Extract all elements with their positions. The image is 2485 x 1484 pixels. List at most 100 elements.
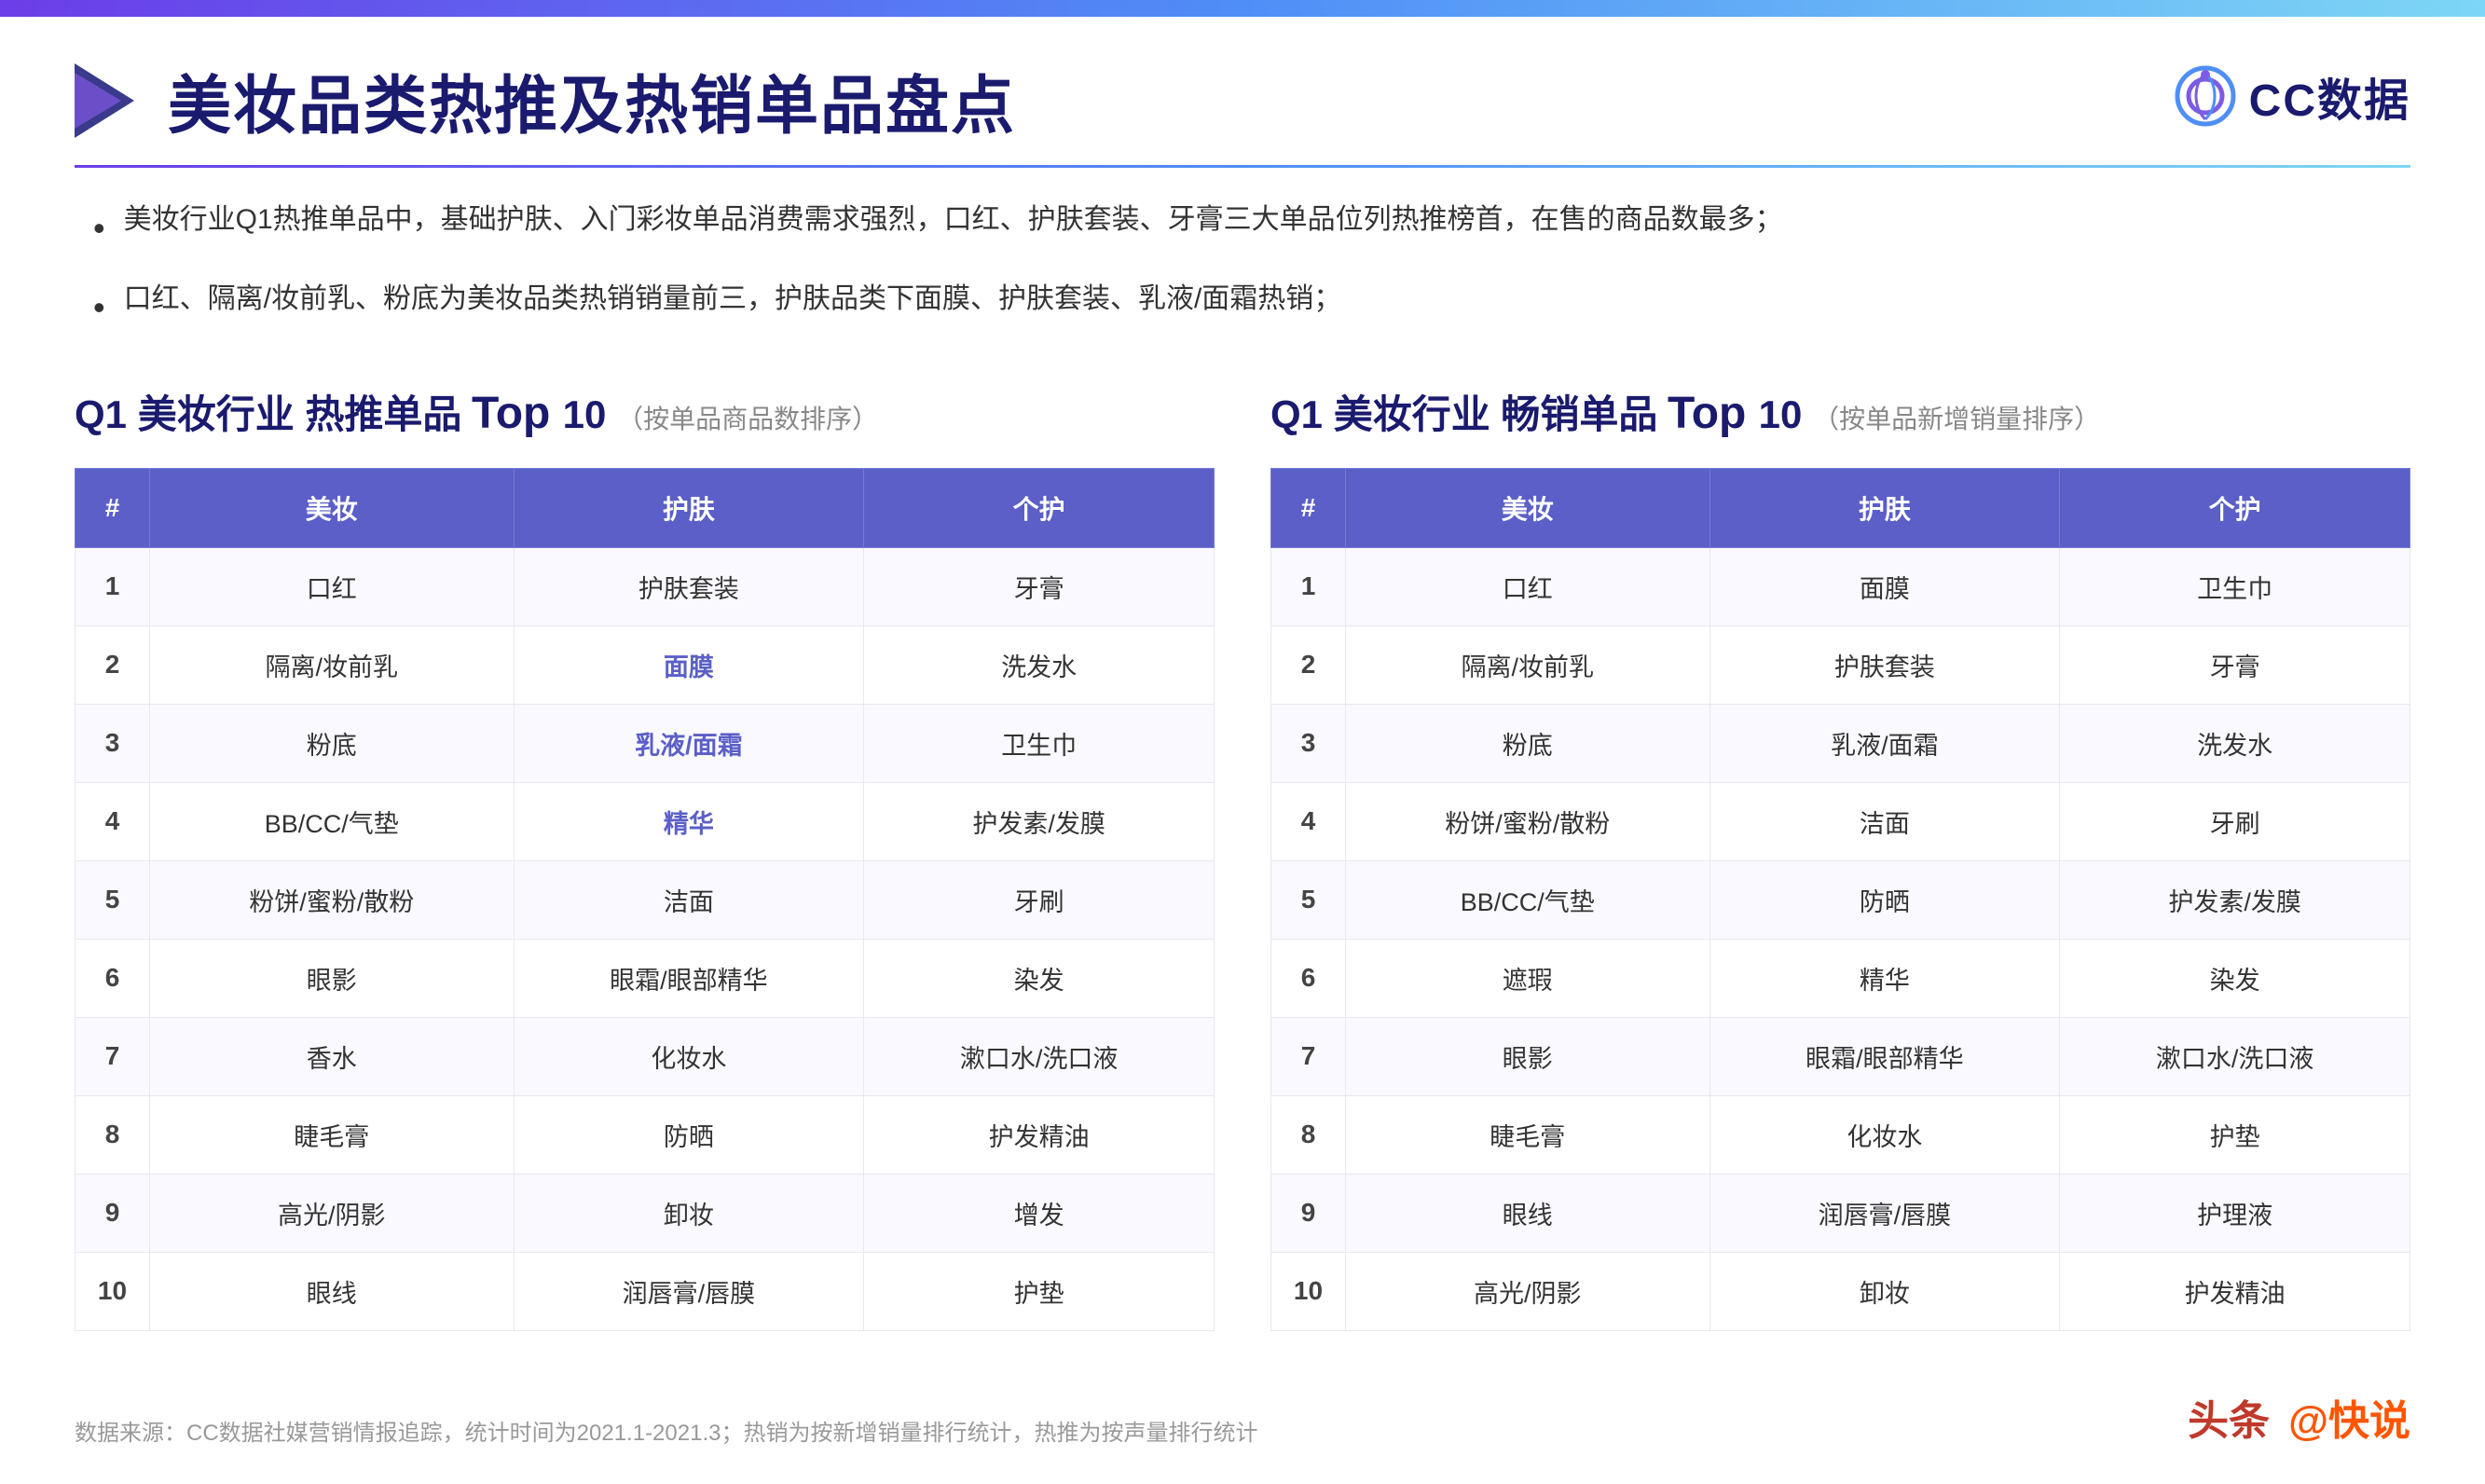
table-row: 2 隔离/妆前乳 护肤套装 牙膏	[1271, 625, 2410, 704]
table-row: 1 口红 护肤套装 牙膏	[76, 547, 1215, 625]
table2-head: # 美妆 护肤 个护	[1271, 468, 2410, 547]
cell-makeup: 高光/阴影	[1346, 1252, 1710, 1330]
cell-makeup: 口红	[150, 547, 515, 625]
cell-skincare: 化妆水	[1709, 1095, 2060, 1174]
cell-personal: 护垫	[2060, 1095, 2410, 1174]
table2-container: CC数据 # 美妆 护肤 个护 1 口红 面膜 卫生巾	[1270, 468, 2410, 1331]
table-row: 2 隔离/妆前乳 面膜 洗发水	[76, 625, 1215, 704]
table1-col-skincare: 护肤	[514, 468, 864, 547]
cell-rank: 3	[1271, 704, 1346, 782]
table-row: 4 BB/CC/气垫 精华 护发素/发膜	[76, 782, 1215, 860]
page-title: 美妆品类热推及热销单品盘点	[168, 54, 1016, 146]
cell-skincare: 眼霜/眼部精华	[514, 939, 864, 1017]
cell-skincare: 化妆水	[514, 1017, 864, 1095]
table-row: 7 眼影 眼霜/眼部精华 漱口水/洗口液	[1271, 1017, 2410, 1095]
cell-rank: 10	[76, 1252, 150, 1330]
cell-rank: 4	[76, 782, 150, 860]
cell-makeup: 粉饼/蜜粉/散粉	[1346, 782, 1710, 860]
cell-skincare: 护肤套装	[514, 547, 864, 625]
table2-subtitle: （按单品新增销量排序）	[1813, 405, 2100, 433]
logo-area: CC数据	[2173, 63, 2410, 129]
cell-rank: 10	[1271, 1252, 1346, 1330]
table1-block: Q1 美妆行业 热推单品 Top 10 （按单品商品数排序） CC数据 # 美妆…	[75, 382, 1215, 1330]
cell-personal: 卫生巾	[864, 704, 1215, 782]
cell-rank: 7	[76, 1017, 150, 1095]
cell-skincare: 润唇膏/唇膜	[1709, 1174, 2060, 1252]
cell-skincare: 防晒	[514, 1095, 864, 1174]
table1-col-hash: #	[76, 468, 150, 547]
cell-makeup: 遮瑕	[1346, 939, 1710, 1017]
cell-skincare: 精华	[514, 782, 864, 860]
cell-makeup: BB/CC/气垫	[1346, 860, 1710, 939]
footer-logo-toutiao: 头条	[2188, 1387, 2270, 1447]
bullet-item-2: • 口红、隔离/妆前乳、粉底为美妆品类热销销量前三，护肤品类下面膜、护肤套装、乳…	[93, 275, 2392, 336]
cell-personal: 护发素/发膜	[864, 782, 1215, 860]
table-row: 3 粉底 乳液/面霜 洗发水	[1271, 704, 2410, 782]
cell-skincare: 乳液/面霜	[1709, 704, 2060, 782]
table-row: 3 粉底 乳液/面霜 卫生巾	[76, 704, 1215, 782]
cell-makeup: 口红	[1346, 547, 1710, 625]
table2-col-skincare: 护肤	[1709, 468, 2060, 547]
cell-makeup: 粉底	[1346, 704, 1710, 782]
cell-makeup: 粉底	[150, 704, 515, 782]
cell-personal: 护发精油	[2060, 1252, 2410, 1330]
cell-skincare: 洁面	[1709, 782, 2060, 860]
cell-makeup: 眼线	[1346, 1174, 1710, 1252]
table2-header-row: # 美妆 护肤 个护	[1271, 468, 2410, 547]
table-row: 7 香水 化妆水 漱口水/洗口液	[76, 1017, 1215, 1095]
cell-skincare: 面膜	[514, 625, 864, 704]
table1-subtitle: （按单品商品数排序）	[617, 405, 878, 433]
table-row: 10 高光/阴影 卸妆 护发精油	[1271, 1252, 2410, 1330]
tables-section: Q1 美妆行业 热推单品 Top 10 （按单品商品数排序） CC数据 # 美妆…	[0, 364, 2485, 1367]
cell-rank: 5	[76, 860, 150, 939]
cell-makeup: 眼影	[150, 939, 515, 1017]
cell-rank: 7	[1271, 1017, 1346, 1095]
cc-logo-icon	[2173, 63, 2238, 129]
table2-title: Q1 美妆行业 畅销单品 Top 10 （按单品新增销量排序）	[1270, 382, 2410, 445]
cell-personal: 漱口水/洗口液	[2060, 1017, 2410, 1095]
cell-personal: 洗发水	[864, 625, 1215, 704]
table1-head: # 美妆 护肤 个护	[76, 468, 1215, 547]
cell-rank: 2	[76, 625, 150, 704]
table2-top-num: 10	[1759, 392, 1813, 436]
cell-personal: 牙刷	[2060, 782, 2410, 860]
cell-personal: 卫生巾	[2060, 547, 2410, 625]
table-row: 9 高光/阴影 卸妆 增发	[76, 1174, 1215, 1252]
cell-makeup: 睫毛膏	[1346, 1095, 1710, 1174]
table1-title: Q1 美妆行业 热推单品 Top 10 （按单品商品数排序）	[75, 382, 1215, 445]
table-row: 9 眼线 润唇膏/唇膜 护理液	[1271, 1174, 2410, 1252]
cell-makeup: 眼影	[1346, 1017, 1710, 1095]
cell-rank: 6	[76, 939, 150, 1017]
cell-makeup: 香水	[150, 1017, 515, 1095]
cell-skincare: 护肤套装	[1709, 625, 2060, 704]
cell-personal: 护发精油	[864, 1095, 1215, 1174]
cell-rank: 3	[76, 704, 150, 782]
bullets-section: • 美妆行业Q1热推单品中，基础护肤、入门彩妆单品消费需求强烈，口红、护肤套装、…	[0, 168, 2485, 364]
top-bar	[0, 0, 2485, 17]
cell-makeup: 隔离/妆前乳	[150, 625, 515, 704]
cell-skincare: 卸妆	[1709, 1252, 2060, 1330]
table-row: 8 睫毛膏 化妆水 护垫	[1271, 1095, 2410, 1174]
cell-skincare: 润唇膏/唇膜	[514, 1252, 864, 1330]
table-row: 1 口红 面膜 卫生巾	[1271, 547, 2410, 625]
cell-personal: 漱口水/洗口液	[864, 1017, 1215, 1095]
table2: # 美妆 护肤 个护 1 口红 面膜 卫生巾 2 隔离/妆前	[1270, 468, 2410, 1331]
bullet-item-1: • 美妆行业Q1热推单品中，基础护肤、入门彩妆单品消费需求强烈，口红、护肤套装、…	[93, 196, 2392, 256]
cell-rank: 1	[1271, 547, 1346, 625]
footer: 数据来源：CC数据社媒营销情报追踪，统计时间为2021.1-2021.3；热销为…	[0, 1368, 2485, 1484]
cell-skincare: 防晒	[1709, 860, 2060, 939]
table-row: 6 眼影 眼霜/眼部精华 染发	[76, 939, 1215, 1017]
cell-skincare: 卸妆	[514, 1174, 864, 1252]
cell-rank: 8	[76, 1095, 150, 1174]
table2-body: 1 口红 面膜 卫生巾 2 隔离/妆前乳 护肤套装 牙膏 3 粉底 乳液	[1271, 547, 2410, 1330]
table2-top-text: Top	[1668, 389, 1759, 438]
table2-col-hash: #	[1271, 468, 1346, 547]
cell-skincare: 面膜	[1709, 547, 2060, 625]
cell-makeup: 粉饼/蜜粉/散粉	[150, 860, 515, 939]
cell-personal: 牙膏	[864, 547, 1215, 625]
table-row: 6 遮瑕 精华 染发	[1271, 939, 2410, 1017]
cell-makeup: 眼线	[150, 1252, 515, 1330]
bullet-dot-2: •	[93, 279, 105, 336]
table1-container: CC数据 # 美妆 护肤 个护 1 口红 护肤套装 牙膏	[75, 468, 1215, 1331]
cell-rank: 5	[1271, 860, 1346, 939]
